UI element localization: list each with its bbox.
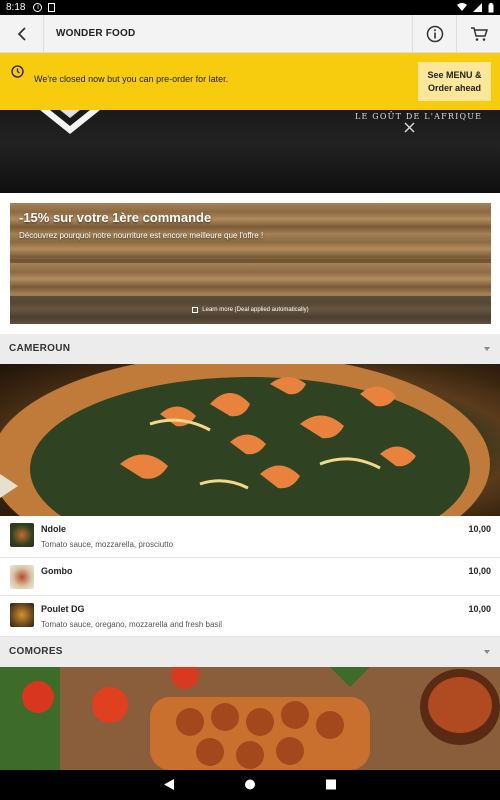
chevron-down-icon	[484, 347, 490, 351]
page-title: WONDER FOOD	[56, 28, 136, 39]
item-price: 10,00	[468, 566, 491, 576]
app-bar: WONDER FOOD	[0, 15, 500, 53]
item-name: Ndole	[41, 524, 67, 534]
notification-icon: i	[33, 3, 43, 12]
item-price: 10,00	[468, 524, 491, 534]
item-name: Poulet DG	[41, 604, 85, 614]
item-description: Tomato sauce, oregano, mozzarella and fr…	[41, 620, 222, 629]
clock-icon	[11, 65, 24, 78]
logo-graphic	[40, 110, 100, 134]
chevron-left-icon	[17, 27, 26, 41]
system-nav-bar	[0, 770, 500, 800]
see-menu-order-ahead-button[interactable]: See MENU & Order ahead	[418, 62, 491, 101]
deal-subtitle: Découvrez pourquoi notre nourriture est …	[19, 231, 264, 240]
learn-more-icon	[192, 307, 199, 313]
item-thumbnail	[10, 523, 34, 547]
cta-line-1: See MENU &	[427, 69, 482, 80]
cta-line-2: Order ahead	[427, 82, 481, 93]
circle-home-icon[interactable]	[244, 778, 256, 791]
status-time: 8:18	[6, 2, 26, 13]
triangle-back-icon[interactable]	[163, 778, 175, 791]
status-bar: 8:18 i	[0, 0, 500, 15]
cart-button[interactable]	[456, 15, 500, 53]
cart-icon	[470, 27, 488, 41]
signal-icon	[473, 3, 482, 12]
item-thumbnail	[10, 603, 34, 627]
sim-icon	[48, 3, 56, 12]
info-button[interactable]	[412, 15, 456, 53]
item-thumbnail	[10, 565, 34, 589]
item-name: Gombo	[41, 566, 73, 576]
learn-more-text: Learn more (Deal applied automatically)	[202, 307, 309, 313]
deal-learn-more-bar[interactable]: Learn more (Deal applied automatically)	[10, 296, 491, 324]
deal-card[interactable]: -15% sur votre 1ère commande Découvrez p…	[10, 203, 491, 324]
section-title: COMORES	[9, 646, 63, 657]
wifi-icon	[457, 3, 467, 11]
menu-item-ndole[interactable]: Ndole Tomato sauce, mozzarella, prosciut…	[0, 516, 500, 558]
back-button[interactable]	[0, 15, 44, 53]
square-recents-icon[interactable]	[325, 778, 337, 791]
chevron-down-icon	[484, 650, 490, 654]
hero-tagline: LE GOÛT DE L'AFRIQUE	[355, 112, 483, 121]
deal-title: -15% sur votre 1ère commande	[19, 210, 212, 225]
shrimp-dish-illustration	[0, 364, 490, 516]
menu-item-poulet-dg[interactable]: Poulet DG Tomato sauce, oregano, mozzare…	[0, 596, 500, 637]
item-description: Tomato sauce, mozzarella, prosciutto	[41, 540, 174, 549]
comores-dish-photo	[0, 667, 500, 770]
battery-icon	[488, 2, 494, 12]
item-price: 10,00	[468, 604, 491, 614]
menu-item-gombo[interactable]: Gombo 10,00	[0, 558, 500, 596]
cutlery-icon	[404, 122, 415, 133]
wood-stripe	[10, 259, 491, 263]
section-header-cameroun[interactable]: CAMEROUN	[0, 334, 500, 364]
closed-message: We're closed now but you can pre-order f…	[34, 74, 229, 84]
closed-notice-banner: We're closed now but you can pre-order f…	[0, 53, 500, 110]
restaurant-hero-banner: LE GOÛT DE L'AFRIQUE	[0, 110, 500, 193]
section-header-comores[interactable]: COMORES	[0, 637, 500, 667]
cameroun-dish-photo	[0, 364, 500, 516]
skewers-illustration	[0, 667, 500, 770]
info-icon	[426, 25, 443, 43]
section-title: CAMEROUN	[9, 343, 71, 354]
